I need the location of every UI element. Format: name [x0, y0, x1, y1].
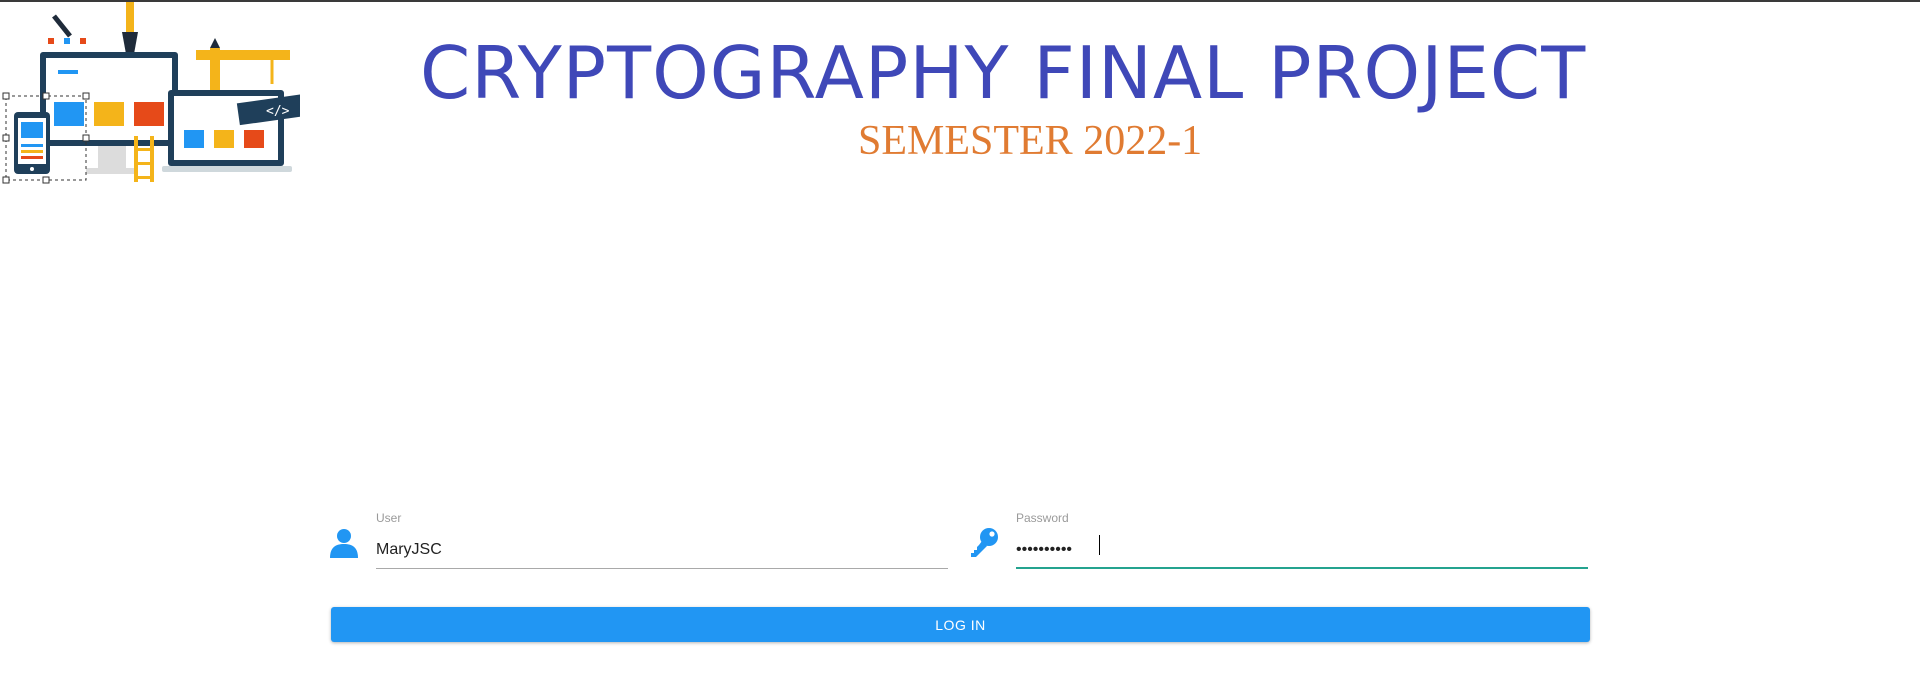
key-icon: [971, 528, 998, 557]
page-title: CRYPTOGRAPHY FINAL PROJECT: [420, 31, 1587, 115]
user-input[interactable]: [376, 532, 948, 568]
user-icon: [330, 529, 358, 558]
user-field: User: [328, 508, 950, 572]
password-field: Password: [968, 508, 1590, 572]
user-underline: [376, 568, 948, 569]
password-underline-focused: [1016, 567, 1588, 569]
user-label: User: [376, 511, 402, 525]
web-design-illustration-icon: </>: [2, 2, 300, 184]
login-button[interactable]: LOG IN: [331, 607, 1590, 642]
page-subtitle: SEMESTER 2022-1: [858, 118, 1203, 164]
password-label: Password: [1016, 511, 1069, 525]
password-input[interactable]: [1016, 532, 1588, 568]
text-caret: [1099, 535, 1100, 555]
svg-text:</>: </>: [266, 104, 290, 119]
